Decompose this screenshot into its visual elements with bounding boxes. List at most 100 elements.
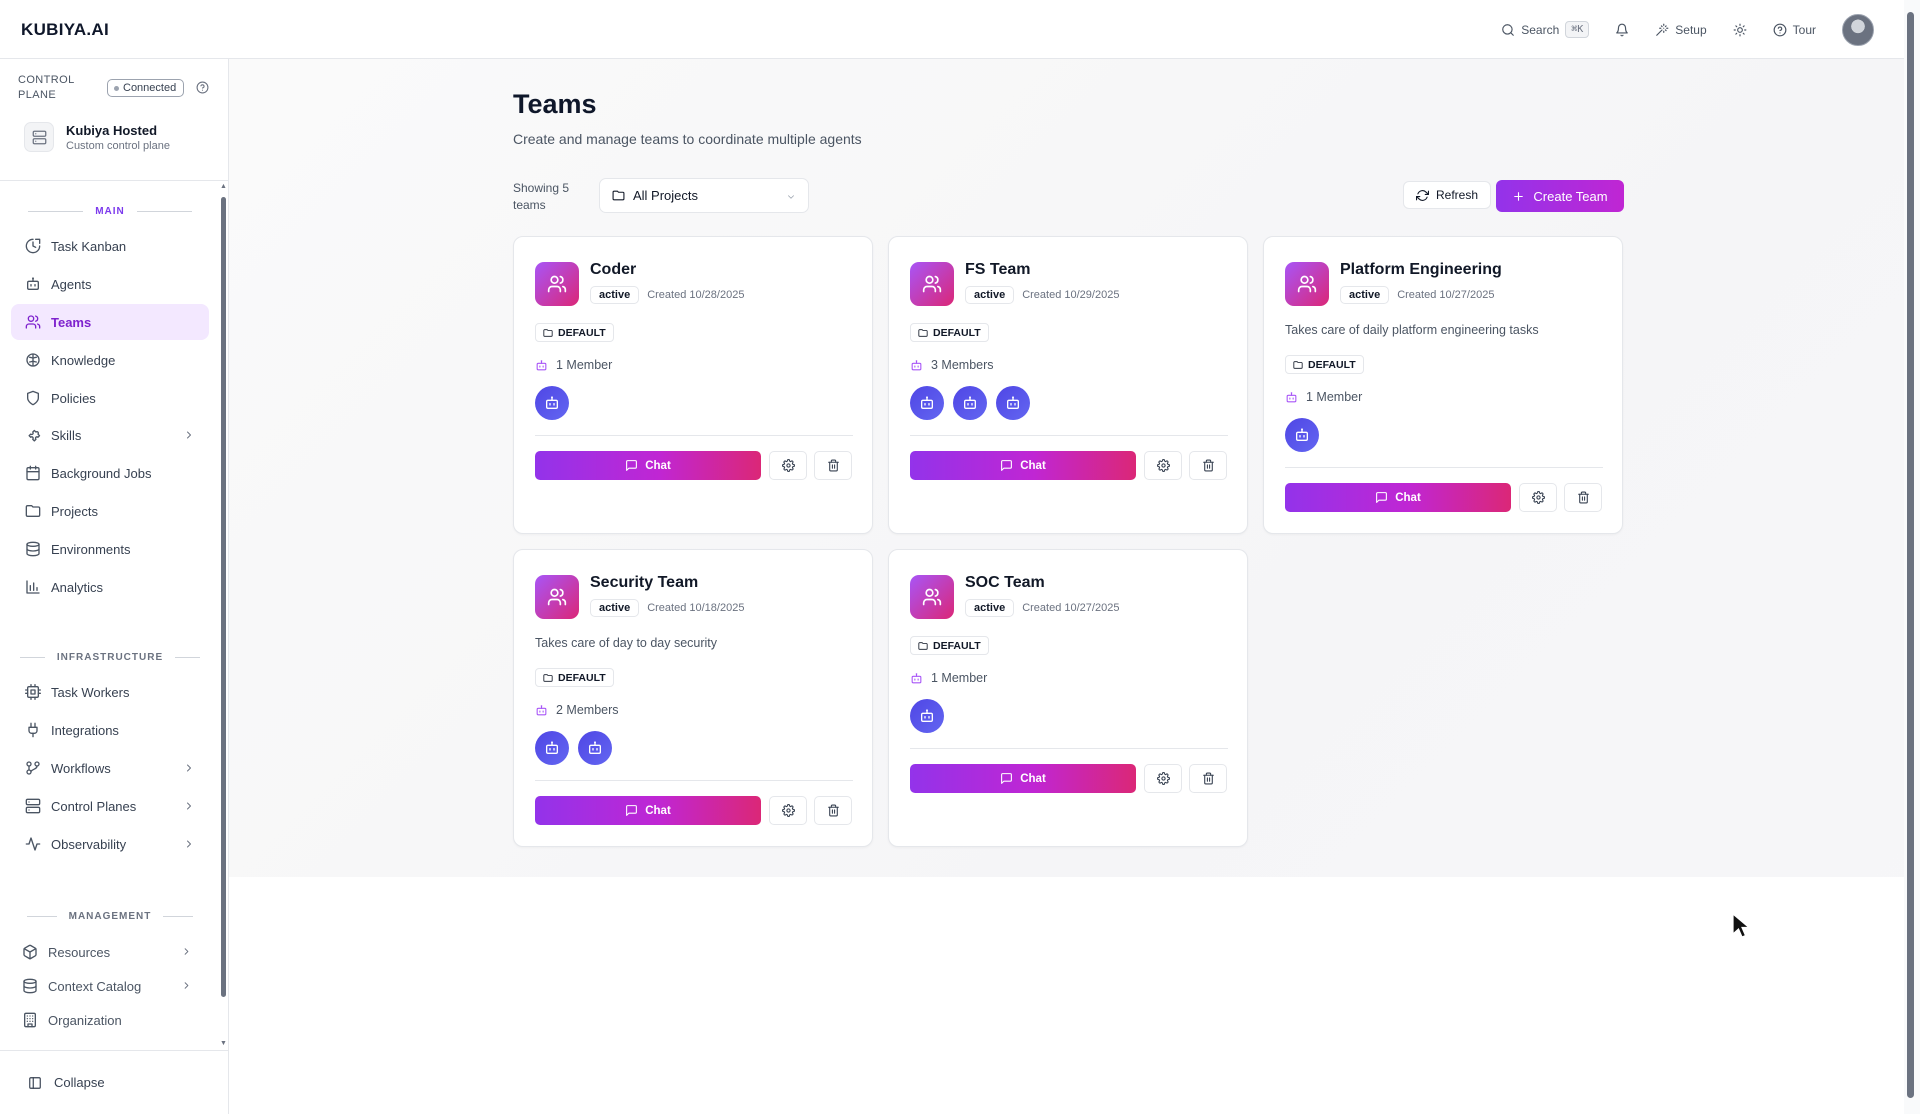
bot-icon (535, 704, 548, 717)
delete-button[interactable] (1564, 483, 1602, 512)
page-title: Teams (513, 89, 597, 119)
sidebar-item-task-workers[interactable]: Task Workers (11, 674, 209, 710)
member-count: 1 Member (535, 358, 612, 372)
member-count: 1 Member (1285, 390, 1362, 404)
delete-button[interactable] (814, 451, 852, 480)
agent-avatar[interactable] (953, 386, 987, 420)
app-logo[interactable]: KUBIYA.AI (21, 20, 109, 40)
sidebar-item-projects[interactable]: Projects (11, 493, 209, 529)
calendar-icon (25, 465, 41, 481)
settings-button[interactable] (1519, 483, 1557, 512)
theme-toggle[interactable] (1723, 17, 1757, 43)
sidebar-item-environments[interactable]: Environments (11, 531, 209, 567)
sidebar-item-organization[interactable]: Organization (8, 1002, 206, 1038)
chat-button[interactable]: Chat (910, 451, 1136, 480)
delete-button[interactable] (1189, 764, 1227, 793)
project-tag: DEFAULT (910, 636, 989, 655)
sidebar-item-observability[interactable]: Observability (11, 826, 209, 862)
team-name[interactable]: FS Team (965, 261, 1031, 279)
agent-avatar[interactable] (910, 386, 944, 420)
chevron-right-icon (183, 800, 195, 812)
agent-avatar[interactable] (535, 386, 569, 420)
sidebar-item-policies[interactable]: Policies (11, 380, 209, 416)
agent-avatar[interactable] (996, 386, 1030, 420)
tour-label: Tour (1792, 22, 1816, 37)
server-icon (25, 798, 41, 814)
sidebar-item-integrations[interactable]: Integrations (11, 712, 209, 748)
cpu-icon (25, 684, 41, 700)
agent-avatar[interactable] (578, 731, 612, 765)
sidebar-item-knowledge[interactable]: Knowledge (11, 342, 209, 378)
trash-icon (1202, 772, 1215, 785)
project-tag: DEFAULT (1285, 355, 1364, 374)
delete-button[interactable] (814, 796, 852, 825)
collapse-button[interactable]: Collapse (0, 1050, 228, 1114)
create-team-button[interactable]: Create Team (1496, 180, 1624, 212)
status-badge: active (590, 286, 640, 304)
connection-status-badge[interactable]: Connected (107, 79, 185, 97)
team-name[interactable]: SOC Team (965, 574, 1045, 592)
sidebar-item-teams[interactable]: Teams (11, 304, 209, 340)
refresh-button[interactable]: Refresh (1403, 181, 1492, 209)
gear-icon (1157, 772, 1170, 785)
page-scrollbar[interactable] (1907, 12, 1914, 1098)
agent-avatar[interactable] (910, 699, 944, 733)
agent-avatar[interactable] (535, 731, 569, 765)
team-card: SOC Team active Created 10/27/2025 DEFAUL… (888, 549, 1248, 847)
sidebar-item-resources[interactable]: Resources (8, 934, 206, 970)
team-name[interactable]: Security Team (590, 574, 698, 592)
team-name[interactable]: Coder (590, 261, 636, 279)
sidebar-item-task-kanban[interactable]: Task Kanban (11, 228, 209, 264)
chat-button[interactable]: Chat (1285, 483, 1511, 512)
database-icon (22, 978, 38, 994)
scroll-down-arrow[interactable]: ▼ (220, 1040, 227, 1047)
status-badge: active (965, 599, 1015, 617)
control-plane-host[interactable]: Kubiya Hosted Custom control plane (24, 122, 170, 152)
sidebar-item-control-planes[interactable]: Control Planes (11, 788, 209, 824)
scroll-up-arrow[interactable]: ▲ (220, 183, 227, 190)
settings-button[interactable] (1144, 764, 1182, 793)
users-icon (910, 262, 954, 306)
search-button[interactable]: Search ⌘K (1491, 15, 1599, 44)
user-avatar[interactable] (1842, 13, 1874, 46)
status-dot (114, 85, 119, 91)
sidebar-item-analytics[interactable]: Analytics (11, 569, 209, 605)
bot-icon (535, 359, 548, 372)
bot-icon (1285, 391, 1298, 404)
settings-button[interactable] (769, 451, 807, 480)
sidebar-scrollbar[interactable] (221, 197, 226, 997)
chat-button[interactable]: Chat (910, 764, 1136, 793)
sidebar-item-agents[interactable]: Agents (11, 266, 209, 302)
team-name[interactable]: Platform Engineering (1340, 261, 1502, 279)
tour-button[interactable]: Tour (1763, 17, 1826, 43)
sidebar-item-workflows[interactable]: Workflows (11, 750, 209, 786)
settings-button[interactable] (769, 796, 807, 825)
notifications-button[interactable] (1605, 17, 1639, 43)
control-plane-label: CONTROL PLANE (18, 74, 75, 101)
bot-icon (1294, 427, 1310, 443)
sidebar-item-context-catalog[interactable]: Context Catalog (8, 968, 206, 1004)
sidebar-item-background-jobs[interactable]: Background Jobs (11, 455, 209, 491)
setup-button[interactable]: Setup (1645, 17, 1716, 43)
chat-button[interactable]: Chat (535, 451, 761, 480)
settings-button[interactable] (1144, 451, 1182, 480)
bot-icon (587, 740, 603, 756)
help-icon[interactable] (196, 81, 209, 94)
gear-icon (782, 459, 795, 472)
connection-status-text: Connected (123, 82, 177, 94)
chevron-right-icon (183, 762, 195, 774)
chevron-down-icon (786, 192, 796, 202)
project-filter-select[interactable]: All Projects (599, 178, 809, 213)
workflow-icon (25, 760, 41, 776)
sidebar-item-skills[interactable]: Skills (11, 417, 209, 453)
delete-button[interactable] (1189, 451, 1227, 480)
wand-icon (1655, 23, 1669, 37)
users-icon (535, 262, 579, 306)
building-icon (22, 1012, 38, 1028)
agent-avatar[interactable] (1285, 418, 1319, 452)
created-date: Created 10/29/2025 (1022, 289, 1120, 301)
agent-avatars (535, 731, 612, 765)
chat-button[interactable]: Chat (535, 796, 761, 825)
folder-icon (612, 189, 625, 202)
team-card: Platform Engineering active Created 10/27… (1263, 236, 1623, 534)
